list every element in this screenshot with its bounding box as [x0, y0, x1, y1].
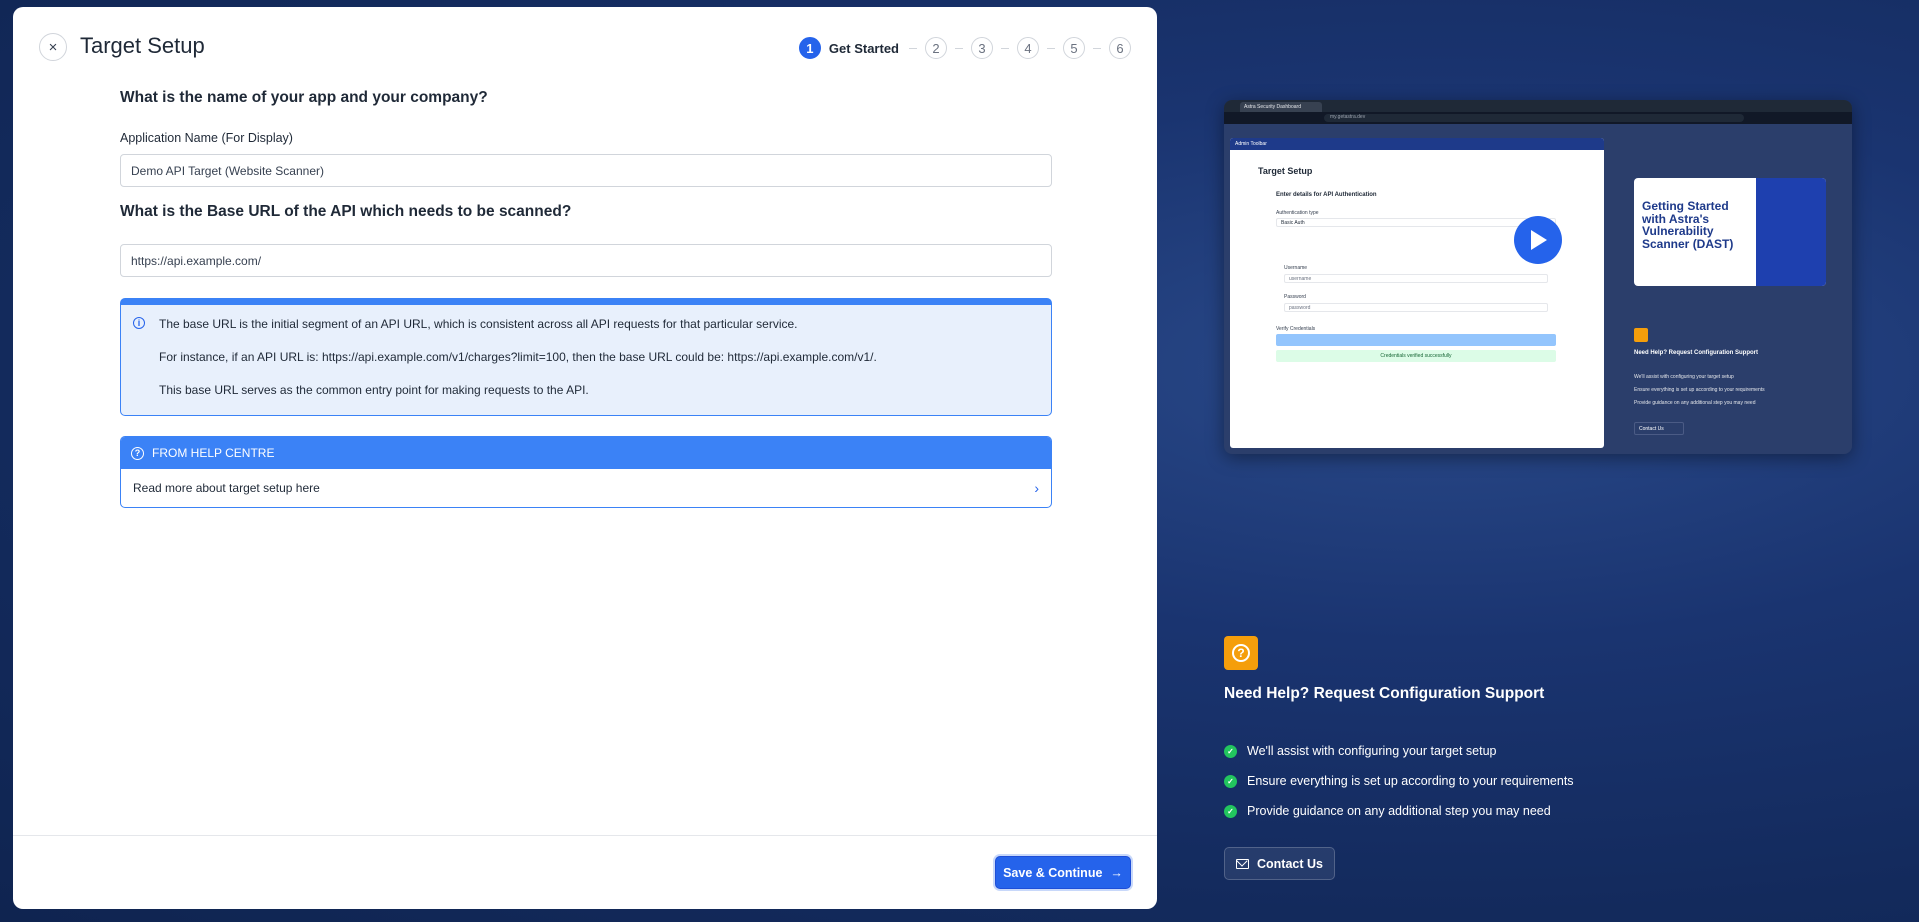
- preview-section-title: Enter details for API Authentication: [1276, 192, 1377, 198]
- video-preview[interactable]: Astra Security Dashboard my.getastra.dev…: [1224, 100, 1852, 454]
- preview-auth-type-label: Authentication type: [1276, 210, 1319, 216]
- preview-verify-button: [1276, 334, 1556, 346]
- thumbnail-title: Getting Started with Astra's Vulnerabili…: [1642, 199, 1734, 251]
- preview-username-label: Username: [1284, 265, 1308, 271]
- preview-auth-type-select: Basic Auth: [1276, 218, 1556, 227]
- preview-tab-bar: Astra Security Dashboard: [1224, 100, 1852, 112]
- contact-us-button[interactable]: Contact Us: [1224, 847, 1335, 880]
- preview-url-bar: my.getastra.dev: [1224, 112, 1852, 124]
- question-circle-icon: ?: [131, 446, 144, 460]
- help-centre-link[interactable]: Read more about target setup here ›: [121, 469, 1051, 507]
- question-circle-icon: ?: [1232, 644, 1250, 662]
- save-continue-label: Save & Continue: [1003, 865, 1103, 880]
- step-1-label: Get Started: [828, 40, 899, 56]
- mini-help-icon: [1634, 328, 1648, 342]
- info-line-3: This base URL serves as the common entry…: [159, 383, 589, 397]
- mail-icon: [1236, 858, 1249, 869]
- info-icon: i: [133, 317, 145, 329]
- support-list: ✓ We'll assist with configuring your tar…: [1224, 736, 1574, 826]
- stepper: 1 Get Started 2 3 4 5 6: [798, 37, 1131, 59]
- app-name-label: Application Name (For Display): [120, 131, 293, 145]
- preview-username-input: username: [1284, 274, 1548, 283]
- close-icon[interactable]: ×: [39, 33, 67, 61]
- check-circle-icon: ✓: [1224, 744, 1237, 758]
- step-connector: [1047, 47, 1055, 49]
- step-connector: [909, 47, 917, 49]
- preview-password-label: Password: [1284, 294, 1306, 300]
- step-1[interactable]: 1: [798, 37, 821, 59]
- base-url-question: What is the Base URL of the API which ne…: [120, 203, 572, 220]
- support-heading: Need Help? Request Configuration Support: [1224, 685, 1545, 702]
- preview-password-input: password: [1284, 303, 1548, 312]
- chevron-right-icon: ›: [1034, 480, 1039, 496]
- base-url-input[interactable]: [120, 244, 1052, 277]
- step-5[interactable]: 5: [1063, 37, 1085, 59]
- step-connector: [1093, 47, 1101, 49]
- step-connector: [955, 47, 963, 49]
- info-callout: i The base URL is the initial segment of…: [120, 298, 1052, 416]
- support-item-text: Ensure everything is set up according to…: [1247, 774, 1574, 788]
- check-circle-icon: ✓: [1224, 804, 1237, 818]
- info-line-1: The base URL is the initial segment of a…: [159, 317, 798, 331]
- play-icon[interactable]: [1514, 216, 1562, 264]
- mini-help-item: Ensure everything is set up according to…: [1634, 387, 1765, 393]
- app-name-question: What is the name of your app and your co…: [120, 89, 488, 106]
- list-item: ✓ Provide guidance on any additional ste…: [1224, 796, 1574, 826]
- page-title: Target Setup: [80, 33, 205, 58]
- check-circle-icon: ✓: [1224, 774, 1237, 788]
- preview-tab: Astra Security Dashboard: [1240, 102, 1322, 112]
- info-line-2: For instance, if an API URL is: https://…: [159, 350, 877, 364]
- mini-contact-button: Contact Us: [1634, 422, 1684, 435]
- support-item-text: Provide guidance on any additional step …: [1247, 804, 1551, 818]
- mini-help-item: We'll assist with configuring your targe…: [1634, 374, 1734, 380]
- contact-us-label: Contact Us: [1257, 856, 1323, 871]
- help-centre-header: ? FROM HELP CENTRE: [121, 437, 1051, 469]
- step-4[interactable]: 4: [1017, 37, 1039, 59]
- save-continue-button[interactable]: Save & Continue →: [995, 856, 1131, 889]
- preview-window: Admin Toolbar Target Setup Enter details…: [1230, 138, 1604, 448]
- list-item: ✓ We'll assist with configuring your tar…: [1224, 736, 1574, 766]
- help-centre-box: ? FROM HELP CENTRE Read more about targe…: [120, 436, 1052, 508]
- step-3[interactable]: 3: [971, 37, 993, 59]
- preview-url: my.getastra.dev: [1324, 114, 1744, 122]
- preview-title: Target Setup: [1258, 166, 1313, 176]
- step-connector: [1001, 47, 1009, 49]
- app-name-input[interactable]: [120, 154, 1052, 187]
- list-item: ✓ Ensure everything is set up according …: [1224, 766, 1574, 796]
- preview-verified-banner: Credentials verified successfully: [1276, 350, 1556, 362]
- preview-verify-label: Verify Credentials: [1276, 326, 1316, 332]
- help-icon-badge: ?: [1224, 636, 1258, 670]
- help-centre-link-text: Read more about target setup here: [133, 481, 320, 495]
- target-setup-modal: × Target Setup 1 Get Started 2 3 4 5 6 W…: [13, 7, 1157, 909]
- preview-admin-toolbar: Admin Toolbar: [1230, 138, 1604, 150]
- arrow-right-icon: →: [1110, 865, 1123, 880]
- mini-help-heading: Need Help? Request Configuration Support: [1634, 350, 1758, 356]
- step-2[interactable]: 2: [925, 37, 947, 59]
- video-thumbnail: Getting Started with Astra's Vulnerabili…: [1634, 178, 1826, 286]
- footer-divider: [13, 835, 1157, 836]
- help-centre-title: FROM HELP CENTRE: [152, 446, 275, 460]
- thumbnail-accent: [1756, 178, 1826, 286]
- mini-help-item: Provide guidance on any additional step …: [1634, 400, 1756, 406]
- support-item-text: We'll assist with configuring your targe…: [1247, 744, 1497, 758]
- step-6[interactable]: 6: [1109, 37, 1131, 59]
